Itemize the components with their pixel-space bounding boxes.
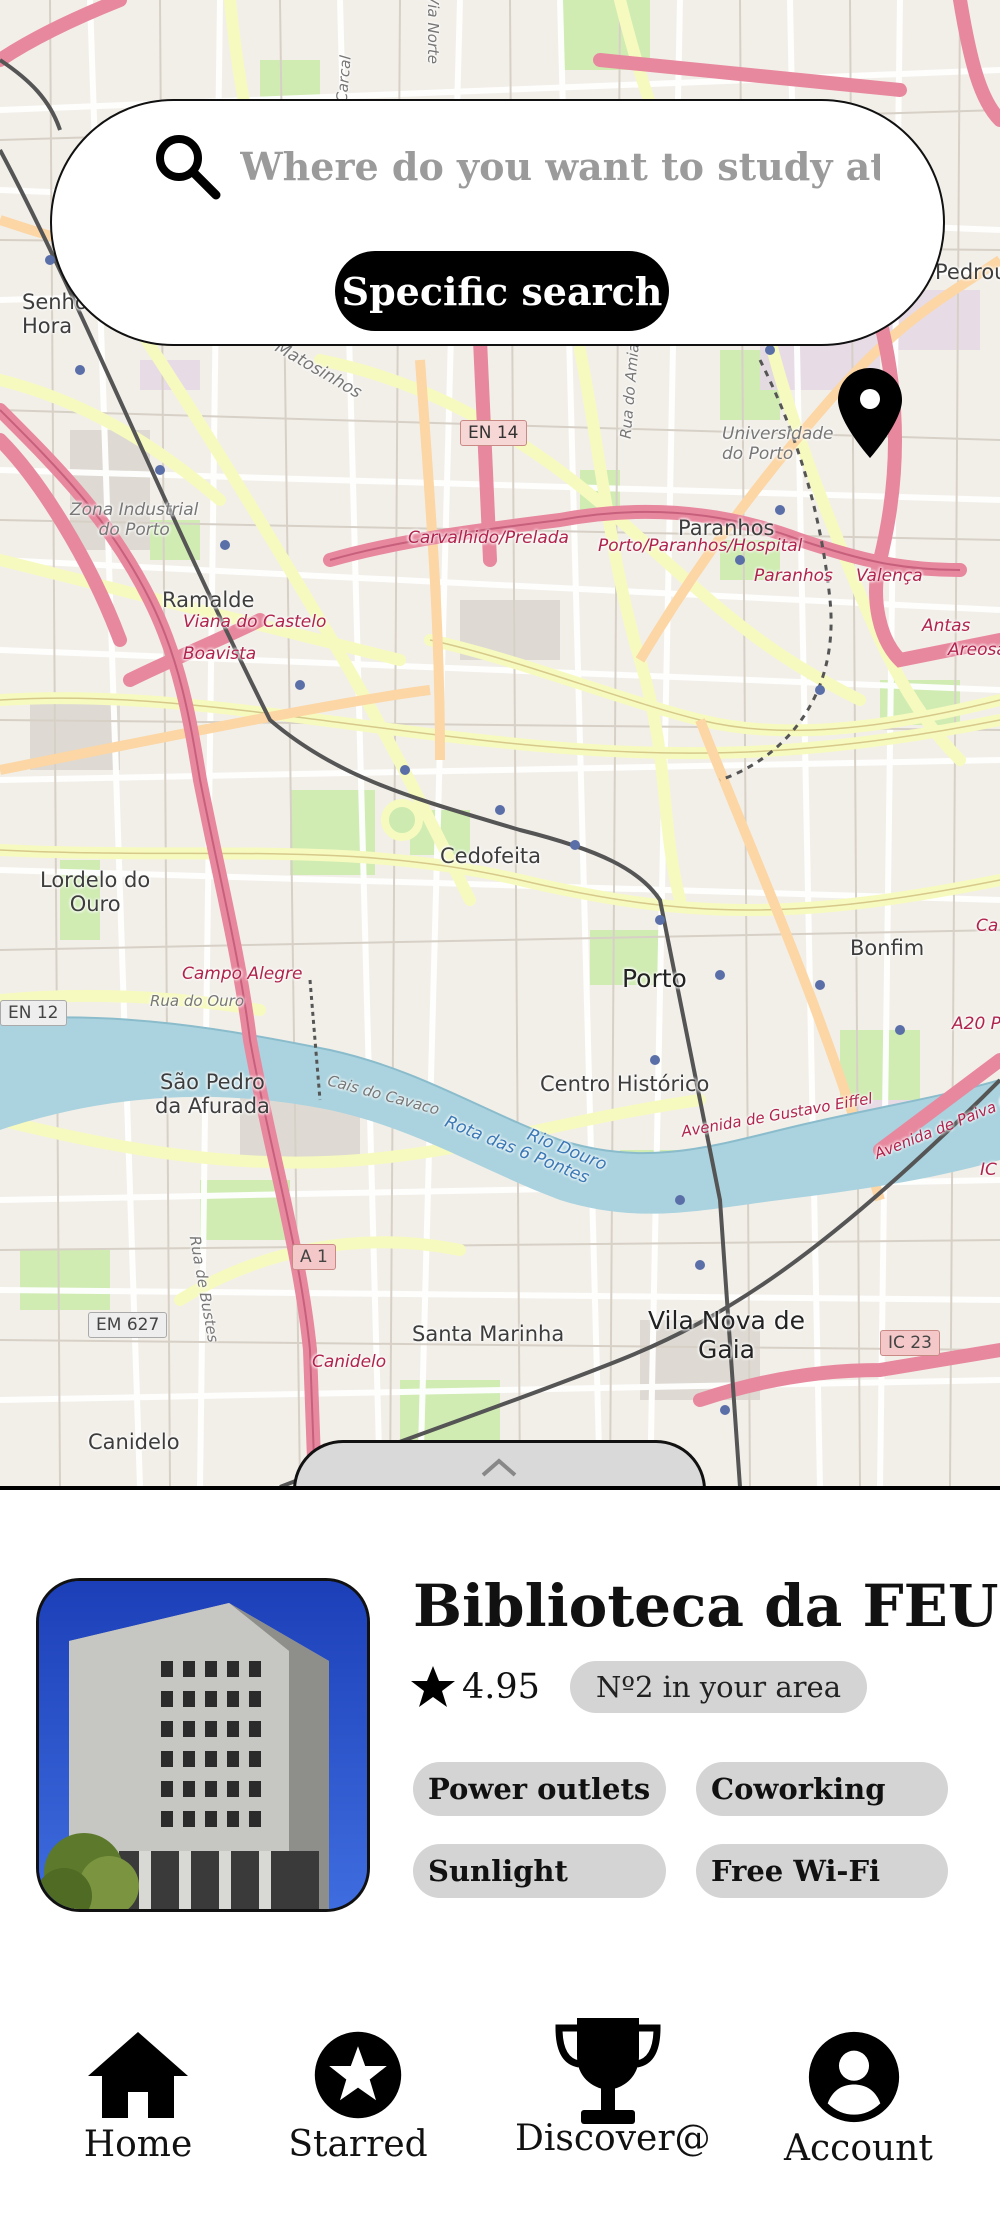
map-label-santa-marinha: Santa Marinha (412, 1322, 565, 1346)
map-label-sao-pedro: São Pedro da Afurada (155, 1070, 270, 1118)
shield-a1: A 1 (292, 1244, 336, 1270)
map-label-canidelo: Canidelo (88, 1430, 180, 1454)
account-icon (808, 2031, 900, 2123)
tag-free-wifi[interactable]: Free Wi-Fi (696, 1844, 948, 1898)
trophy-icon (554, 2018, 661, 2124)
map-view[interactable]: Senhora Hora Matosinhos EN 14 Rua do Ami… (0, 0, 1000, 1487)
place-photo[interactable] (36, 1578, 370, 1912)
shield-em627: EM 627 (88, 1312, 168, 1338)
search-card: Specific search (50, 99, 945, 346)
specific-search-button[interactable]: Specific search (335, 251, 669, 331)
map-label-cedofeita: Cedofeita (440, 844, 542, 868)
chevron-up-icon (481, 1458, 517, 1477)
bottom-sheet-handle[interactable] (293, 1440, 706, 1487)
bottom-nav: Home Starred Discover@ Account (0, 2018, 1000, 2223)
star-badge-icon (314, 2031, 402, 2119)
map-label-paranhos-station: Paranhos (754, 566, 833, 586)
map-label-areosa: Areosa (948, 640, 1000, 660)
map-label-lordelo: Lordelo do Ouro (40, 868, 151, 916)
star-icon (411, 1666, 455, 1707)
map-label-campo-alegre: Campo Alegre (182, 964, 303, 984)
home-icon (88, 2032, 188, 2118)
shield-en12: EN 12 (0, 1000, 67, 1026)
shield-en14: EN 14 (460, 420, 527, 446)
map-label-boavista: Boavista (183, 644, 257, 664)
map-label-ramalde: Ramalde (162, 588, 255, 612)
divider (0, 1486, 1000, 1490)
map-label-carvalhido: Carvalhido/Prelada (408, 528, 569, 548)
search-input[interactable] (240, 143, 880, 189)
map-label-a20: A20 P (952, 1014, 1000, 1034)
rating-row: 4.95 Nº2 in your area (410, 1658, 867, 1716)
nav-discover[interactable]: Discover@ (515, 2018, 711, 2159)
search-icon[interactable] (152, 131, 222, 201)
nav-starred-label: Starred (288, 2124, 428, 2165)
building-image (39, 1581, 367, 1909)
tag-sunlight[interactable]: Sunlight (413, 1844, 666, 1898)
search-row (152, 131, 912, 201)
nav-starred[interactable]: Starred (288, 2030, 428, 2165)
map-label-via-norte: Via Norte (424, 0, 443, 65)
map-label-bonfim: Bonfim (850, 936, 925, 960)
map-label-porto: Porto (622, 964, 687, 993)
map-label-valenca: Valença (856, 566, 923, 586)
tag-coworking[interactable]: Coworking (696, 1762, 948, 1816)
map-label-viana: Viana do Castelo (183, 612, 327, 632)
map-label-pedrou: Pedrou (935, 260, 1000, 284)
nav-home[interactable]: Home (78, 2030, 198, 2165)
rank-badge: Nº2 in your area (569, 1661, 867, 1713)
map-label-vila-nova-gaia: Vila Nova de Gaia (648, 1306, 806, 1364)
rating-value: 4.95 (462, 1667, 540, 1707)
location-pin-icon[interactable] (836, 366, 904, 460)
map-label-zona-industrial: Zona Industrial do Porto (70, 500, 199, 540)
shield-ic23: IC 23 (880, 1330, 940, 1356)
map-label-ca: Ca (976, 916, 999, 936)
map-label-paranhos: Paranhos (678, 516, 775, 540)
place-title: Biblioteca da FEUP (413, 1572, 1000, 1640)
nav-discover-label: Discover@ (515, 2118, 711, 2159)
map-label-rua-ouro: Rua do Ouro (150, 992, 245, 1010)
nav-account-label: Account (784, 2128, 933, 2169)
map-label-centro-historico: Centro Histórico (540, 1072, 710, 1096)
tag-power-outlets[interactable]: Power outlets (413, 1762, 666, 1816)
map-label-canidelo-road: Canidelo (312, 1352, 387, 1372)
map-label-ic: IC (980, 1160, 997, 1180)
nav-home-label: Home (83, 2124, 193, 2165)
map-label-antas: Antas (922, 616, 971, 636)
nav-account[interactable]: Account (784, 2030, 933, 2169)
map-label-universidade: Universidade do Porto (722, 424, 834, 464)
